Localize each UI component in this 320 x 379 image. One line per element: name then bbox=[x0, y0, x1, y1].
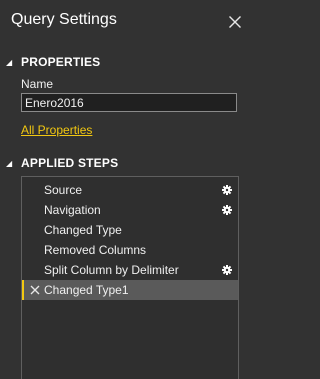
applied-steps-section-header[interactable]: ◢ APPLIED STEPS bbox=[6, 156, 118, 170]
step-label: Changed Type1 bbox=[44, 283, 129, 297]
step-navigation[interactable]: Navigation bbox=[22, 200, 238, 220]
applied-steps-header-label: APPLIED STEPS bbox=[21, 156, 119, 170]
query-name-input[interactable] bbox=[21, 93, 237, 112]
gear-icon[interactable] bbox=[222, 205, 232, 215]
gear-icon[interactable] bbox=[222, 265, 232, 275]
pane-title: Query Settings bbox=[11, 11, 117, 28]
applied-steps-list: Source Navigation Changed Type Removed C… bbox=[21, 176, 239, 379]
triangle-down-icon: ◢ bbox=[6, 159, 13, 168]
pane-header: Query Settings bbox=[0, 0, 262, 44]
step-label: Navigation bbox=[44, 203, 101, 217]
name-label: Name bbox=[21, 77, 54, 91]
step-source[interactable]: Source bbox=[22, 180, 238, 200]
step-label: Changed Type bbox=[44, 223, 122, 237]
step-label: Source bbox=[44, 183, 83, 197]
all-properties-link[interactable]: All Properties bbox=[21, 123, 92, 137]
step-split-column-by-delimiter[interactable]: Split Column by Delimiter bbox=[22, 260, 238, 280]
step-changed-type1[interactable]: Changed Type1 bbox=[22, 280, 238, 300]
close-icon[interactable] bbox=[225, 12, 245, 32]
step-removed-columns[interactable]: Removed Columns bbox=[22, 240, 238, 260]
step-changed-type[interactable]: Changed Type bbox=[22, 220, 238, 240]
gear-icon[interactable] bbox=[222, 185, 232, 195]
step-label: Removed Columns bbox=[44, 243, 147, 257]
delete-step-icon[interactable] bbox=[30, 285, 40, 295]
properties-section-header[interactable]: ◢ PROPERTIES bbox=[6, 55, 100, 69]
properties-header-label: PROPERTIES bbox=[21, 55, 101, 69]
triangle-down-icon: ◢ bbox=[6, 58, 13, 67]
step-label: Split Column by Delimiter bbox=[44, 263, 179, 277]
